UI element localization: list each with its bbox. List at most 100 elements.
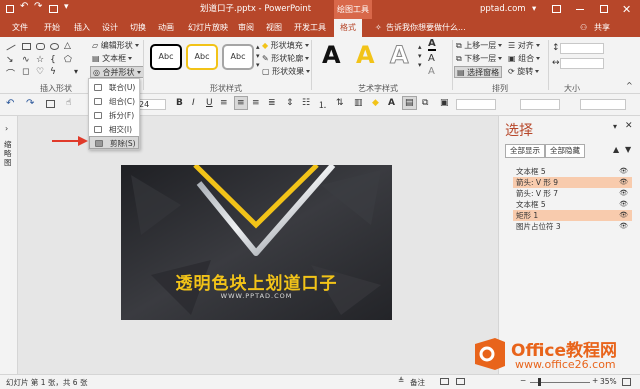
wordart-black[interactable]: A bbox=[322, 41, 341, 69]
touch-mode-icon[interactable]: ☝ bbox=[66, 98, 71, 108]
lightning-shape-icon[interactable]: ϟ bbox=[50, 67, 56, 77]
undo-icon[interactable]: ↶ bbox=[6, 98, 14, 109]
numbering-icon[interactable]: ⒈ bbox=[318, 98, 327, 111]
bold-icon[interactable]: B bbox=[176, 98, 183, 108]
shape-style-gray[interactable]: Abc bbox=[222, 44, 254, 70]
tab-animations[interactable]: 动画 bbox=[158, 19, 174, 37]
redo-icon[interactable]: ↷ bbox=[34, 1, 42, 12]
account-name[interactable]: pptad.com bbox=[480, 0, 526, 19]
selection-pane-button[interactable]: ▤ 选择窗格 bbox=[454, 66, 503, 78]
callout-shape-icon[interactable]: ◻ bbox=[22, 67, 29, 77]
eye-icon[interactable]: 👁 bbox=[619, 177, 628, 188]
triangle-shape-icon[interactable]: △ bbox=[64, 41, 71, 51]
tab-review[interactable]: 审阅 bbox=[238, 19, 254, 37]
list-item[interactable]: 箭头: V 形 7 👁 bbox=[513, 188, 632, 199]
selection-pane-quick-icon[interactable]: ▤ bbox=[402, 96, 417, 110]
merge-shapes-button[interactable]: ◎ 合并形状 bbox=[90, 66, 144, 78]
text-direction-icon[interactable]: ⇅ bbox=[336, 98, 344, 108]
hide-all-button[interactable]: 全部隐藏 bbox=[545, 144, 585, 158]
tab-transitions[interactable]: 切换 bbox=[130, 19, 146, 37]
thumbnails-tab[interactable]: 缩略图 bbox=[4, 140, 14, 167]
text-effect-icon[interactable]: A bbox=[428, 67, 435, 77]
tab-file[interactable]: 文件 bbox=[12, 19, 28, 37]
list-item[interactable]: 文本框 5 👁 bbox=[513, 199, 632, 210]
menu-item-subtract[interactable]: 剪除(S) bbox=[89, 136, 139, 149]
present-from-start-icon[interactable] bbox=[46, 100, 55, 108]
italic-icon[interactable]: I bbox=[192, 98, 195, 108]
move-up-icon[interactable]: ▲ bbox=[613, 145, 619, 154]
group-quick-icon[interactable]: ▣ bbox=[440, 98, 449, 108]
eye-icon[interactable]: 👁 bbox=[619, 210, 628, 221]
curve-shape-icon[interactable]: ∿ bbox=[22, 55, 30, 65]
arrange-quick-icon[interactable]: ⧉ bbox=[422, 98, 428, 108]
tab-insert[interactable]: 插入 bbox=[74, 19, 90, 37]
quick-position-input[interactable] bbox=[520, 99, 560, 110]
tell-me-input[interactable]: 告诉我你想要做什么... bbox=[386, 19, 466, 37]
shape-style-black[interactable]: Abc bbox=[150, 44, 182, 70]
normal-view-icon[interactable] bbox=[440, 378, 449, 385]
align-right-icon[interactable]: ≡ bbox=[252, 98, 260, 108]
shape-effect-button[interactable]: ▢ 形状效果 bbox=[262, 66, 311, 78]
slide-headline[interactable]: 透明色块上划道口子 bbox=[121, 269, 392, 294]
list-item[interactable]: 矩形 1 👁 bbox=[513, 210, 632, 221]
line-shape-icon[interactable] bbox=[6, 44, 16, 51]
menu-item-intersect[interactable]: 相交(I) bbox=[89, 123, 139, 136]
group-button[interactable]: ▣ 组合 bbox=[508, 53, 541, 65]
wordart-more-icon[interactable]: ▴ ▾ ▾ bbox=[418, 43, 422, 70]
undo-icon[interactable]: ↶ bbox=[20, 1, 28, 12]
shape-styles-more-icon[interactable]: ▴ ▾ ▾ bbox=[256, 43, 260, 70]
zoom-level[interactable]: 35% bbox=[600, 377, 617, 386]
shape-style-yellow[interactable]: Abc bbox=[186, 44, 218, 70]
rotate-button[interactable]: ⟳ 旋转 bbox=[508, 66, 540, 78]
arc-shape-icon[interactable]: ⌒ bbox=[6, 67, 15, 80]
menu-item-combine[interactable]: 组合(C) bbox=[89, 95, 139, 108]
redo-icon[interactable]: ↷ bbox=[26, 98, 34, 109]
line-spacing-icon[interactable]: ⇕ bbox=[286, 98, 294, 108]
oval-shape-icon[interactable] bbox=[50, 43, 59, 50]
brace-shape-icon[interactable]: { bbox=[50, 55, 56, 65]
rounded-rect-shape-icon[interactable] bbox=[36, 43, 45, 50]
list-item[interactable]: 箭头: V 形 9 👁 bbox=[513, 177, 632, 188]
ribbon-display-icon[interactable] bbox=[552, 5, 561, 13]
bullets-icon[interactable]: ☷ bbox=[302, 98, 310, 108]
list-item[interactable]: 文本框 5 👁 bbox=[513, 166, 632, 177]
text-outline-icon[interactable]: A bbox=[428, 54, 435, 64]
tab-design[interactable]: 设计 bbox=[102, 19, 118, 37]
pentagon-shape-icon[interactable]: ⬠ bbox=[64, 55, 72, 65]
shape-outline-button[interactable]: ✎ 形状轮廓 bbox=[262, 53, 310, 65]
close-pane-icon[interactable]: ✕ bbox=[625, 121, 633, 131]
fit-slide-icon[interactable] bbox=[622, 378, 631, 386]
tab-home[interactable]: 开始 bbox=[44, 19, 60, 37]
notes-button[interactable]: 备注 bbox=[410, 377, 425, 388]
rectangle-shape-icon[interactable] bbox=[22, 43, 31, 50]
shape-fill-quick-icon[interactable]: ◆ bbox=[372, 98, 379, 108]
present-icon[interactable] bbox=[49, 5, 58, 13]
minimize-icon[interactable] bbox=[576, 9, 584, 10]
align-button[interactable]: ☰ 对齐 bbox=[508, 40, 540, 52]
move-down-icon[interactable]: ▼ bbox=[625, 145, 631, 154]
align-center-icon[interactable]: ≡ bbox=[234, 96, 248, 110]
width-input[interactable] bbox=[560, 58, 604, 69]
sorter-view-icon[interactable] bbox=[456, 378, 465, 385]
eye-icon[interactable]: 👁 bbox=[619, 166, 628, 177]
star-shape-icon[interactable]: ☆ bbox=[36, 55, 44, 65]
wordart-yellow[interactable]: A bbox=[356, 41, 375, 69]
tab-format[interactable]: 格式 bbox=[334, 19, 362, 37]
height-input[interactable] bbox=[560, 43, 604, 54]
reading-view-icon[interactable]: − bbox=[520, 376, 526, 385]
menu-item-fragment[interactable]: 拆分(F) bbox=[89, 109, 139, 122]
font-size-input[interactable]: 24 bbox=[136, 99, 166, 110]
menu-item-union[interactable]: 联合(U) bbox=[89, 81, 139, 94]
textbox-button[interactable]: ▤ 文本框 bbox=[92, 53, 133, 65]
save-icon[interactable] bbox=[6, 5, 14, 13]
slide-url[interactable]: WWW.PPTAD.COM bbox=[121, 292, 392, 300]
eye-icon[interactable]: 👁 bbox=[619, 199, 628, 210]
thumbnails-collapsed-pane[interactable]: › 缩略图 bbox=[0, 116, 18, 374]
slide-canvas[interactable]: 透明色块上划道口子 WWW.PPTAD.COM bbox=[121, 165, 392, 320]
close-icon[interactable]: ✕ bbox=[622, 0, 631, 19]
zoom-thumb[interactable] bbox=[538, 378, 541, 386]
qat-customize-icon[interactable]: ▾ bbox=[64, 2, 69, 12]
zoom-in-icon[interactable]: + bbox=[592, 376, 598, 385]
edit-shape-button[interactable]: ▱ 编辑形状 bbox=[92, 40, 139, 52]
account-caret[interactable]: ▾ bbox=[532, 0, 536, 19]
